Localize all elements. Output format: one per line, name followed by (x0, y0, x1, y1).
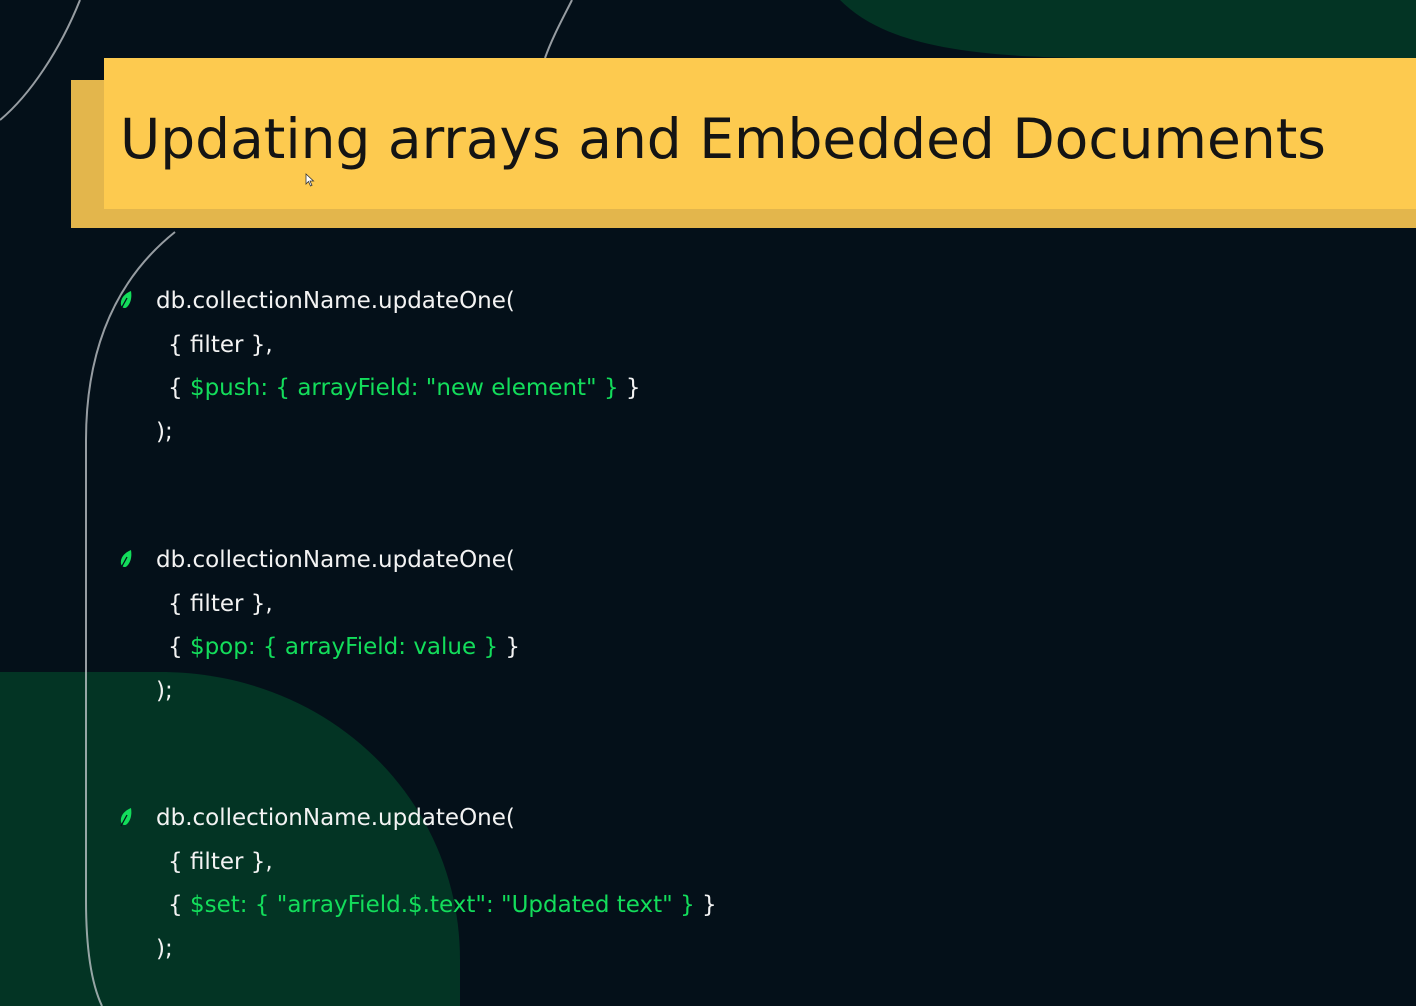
brace-open: { (168, 375, 190, 401)
code-line-operator: { $set: { "arrayField.$.text": "Updated … (168, 890, 717, 920)
leaf-icon (120, 291, 132, 310)
mouse-pointer-icon (305, 173, 315, 187)
code-line-end: ); (156, 936, 173, 962)
decor-green-blob-top (840, 0, 1416, 58)
code-line-filter: { filter }, (168, 849, 273, 875)
decor-curve-top (544, 0, 573, 59)
code-line-operator: { $pop: { arrayField: value } } (168, 632, 520, 662)
code-line-call: db.collectionName.updateOne( (156, 805, 515, 831)
brace-close: } (498, 634, 521, 660)
code-line-call: db.collectionName.updateOne( (156, 547, 515, 573)
update-operator: $push: { arrayField: "new element" } (189, 375, 619, 401)
brace-close: } (618, 375, 641, 401)
decor-curve-top-left (0, 0, 81, 121)
leaf-icon (120, 808, 132, 827)
code-line-end: ); (156, 419, 173, 445)
code-line-filter: { filter }, (168, 591, 273, 617)
leaf-icon (120, 550, 132, 569)
code-line-filter: { filter }, (168, 332, 273, 358)
slide: Updating arrays and Embedded Documents d… (0, 0, 1416, 1006)
brace-close: } (694, 892, 717, 918)
code-line-end: ); (156, 678, 173, 704)
update-operator: $pop: { arrayField: value } (189, 634, 499, 660)
code-line-operator: { $push: { arrayField: "new element" } } (168, 373, 641, 403)
update-operator: $set: { "arrayField.$.text": "Updated te… (189, 892, 695, 918)
brace-open: { (168, 892, 190, 918)
code-line-call: db.collectionName.updateOne( (156, 288, 515, 314)
decor-green-blob-bottom (0, 672, 460, 1006)
brace-open: { (168, 634, 190, 660)
slide-title: Updating arrays and Embedded Documents (120, 107, 1326, 171)
